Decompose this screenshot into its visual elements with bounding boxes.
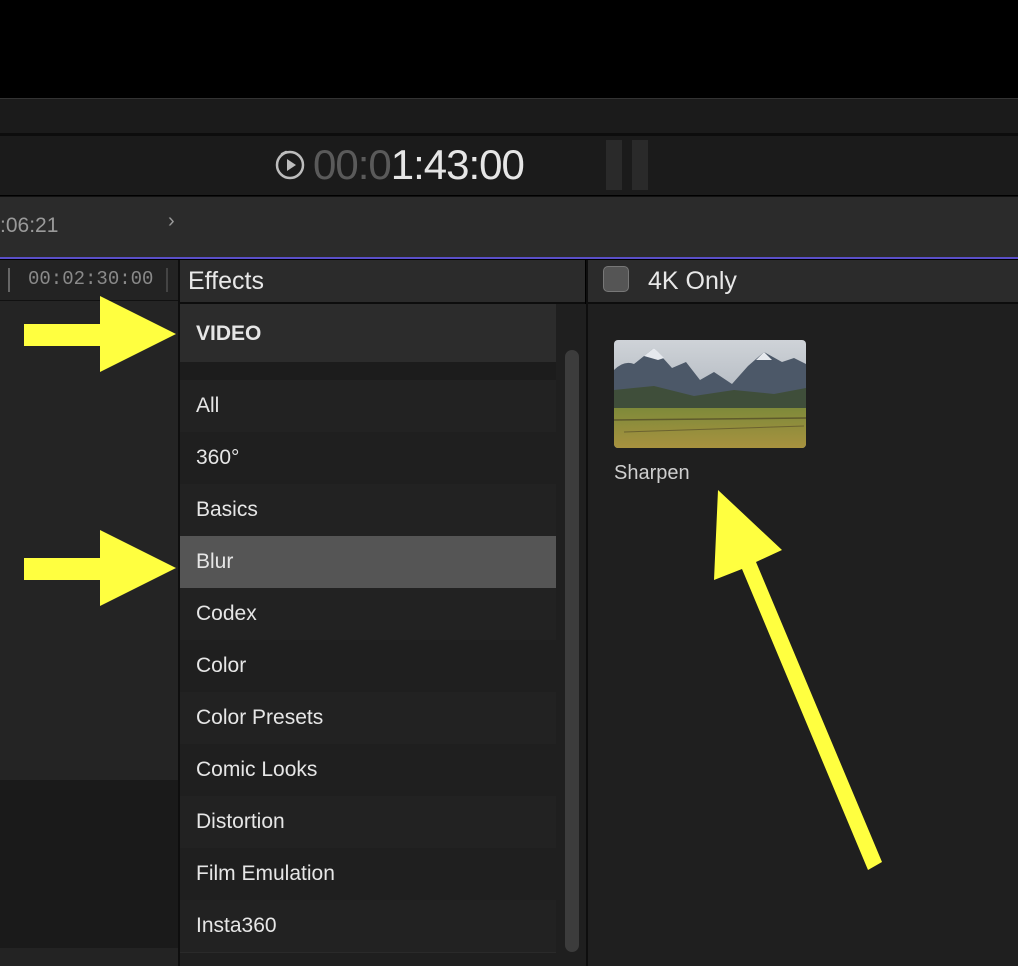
timeline-track-area[interactable] [0, 780, 178, 948]
category-label: Color [196, 654, 247, 677]
category-label: Codex [196, 602, 257, 625]
category-item[interactable]: All [180, 380, 556, 433]
sharpen-thumbnail[interactable] [614, 340, 806, 448]
timecode-display[interactable]: 00:0 1:43:00 [275, 136, 525, 194]
annotation-arrow-video [24, 296, 176, 372]
category-label: Basics [196, 498, 258, 521]
timeline-ruler-bar [0, 196, 1018, 259]
timeline-footer [0, 948, 178, 966]
category-label: 360° [196, 446, 240, 469]
category-item[interactable]: Film Emulation [180, 848, 556, 901]
category-item[interactable]: Insta360 [180, 900, 556, 953]
category-item[interactable]: Blur [180, 536, 556, 589]
category-label: Comic Looks [196, 758, 318, 781]
play-clock-icon[interactable] [275, 150, 305, 180]
top-black-area [0, 0, 1018, 98]
timeline-timecode: 00:02:30:00 [28, 268, 154, 290]
annotation-arrow-sharpen [714, 490, 882, 870]
category-label: All [196, 394, 220, 417]
scrollbar-thumb[interactable] [565, 350, 579, 952]
category-label: Film Emulation [196, 862, 335, 885]
category-item[interactable]: Codex [180, 588, 556, 641]
timecode-bright-part: 1:43:00 [390, 141, 525, 188]
list-spacer [180, 362, 556, 380]
sharpen-label[interactable]: Sharpen [614, 462, 690, 485]
category-item[interactable]: Distortion [180, 796, 556, 849]
category-item[interactable]: Comic Looks [180, 744, 556, 797]
ruler-tick [166, 268, 168, 292]
audio-meter-icon [606, 140, 650, 190]
4k-only-checkbox[interactable] [603, 266, 629, 292]
ruler-tick [8, 268, 10, 292]
ruler-timecode: :06:21 [0, 214, 59, 237]
video-section-header[interactable]: VIDEO [180, 304, 556, 362]
video-section-label: VIDEO [196, 322, 262, 345]
category-label: Blur [196, 550, 234, 573]
category-item[interactable]: Color Presets [180, 692, 556, 745]
timecode-dim-part: 00:0 [313, 141, 392, 188]
chevron-right-icon[interactable]: › [168, 210, 175, 233]
4k-only-label[interactable]: 4K Only [648, 267, 737, 296]
category-item[interactable]: Color [180, 640, 556, 693]
category-item[interactable]: 360° [180, 432, 556, 485]
effects-title: Effects [188, 267, 264, 295]
category-item[interactable]: Basics [180, 484, 556, 537]
category-label: Distortion [196, 810, 285, 833]
category-label: Color Presets [196, 706, 324, 729]
annotation-arrow-blur [24, 530, 176, 606]
category-label: Insta360 [196, 914, 277, 937]
mountain-landscape-thumbnail [614, 340, 806, 448]
